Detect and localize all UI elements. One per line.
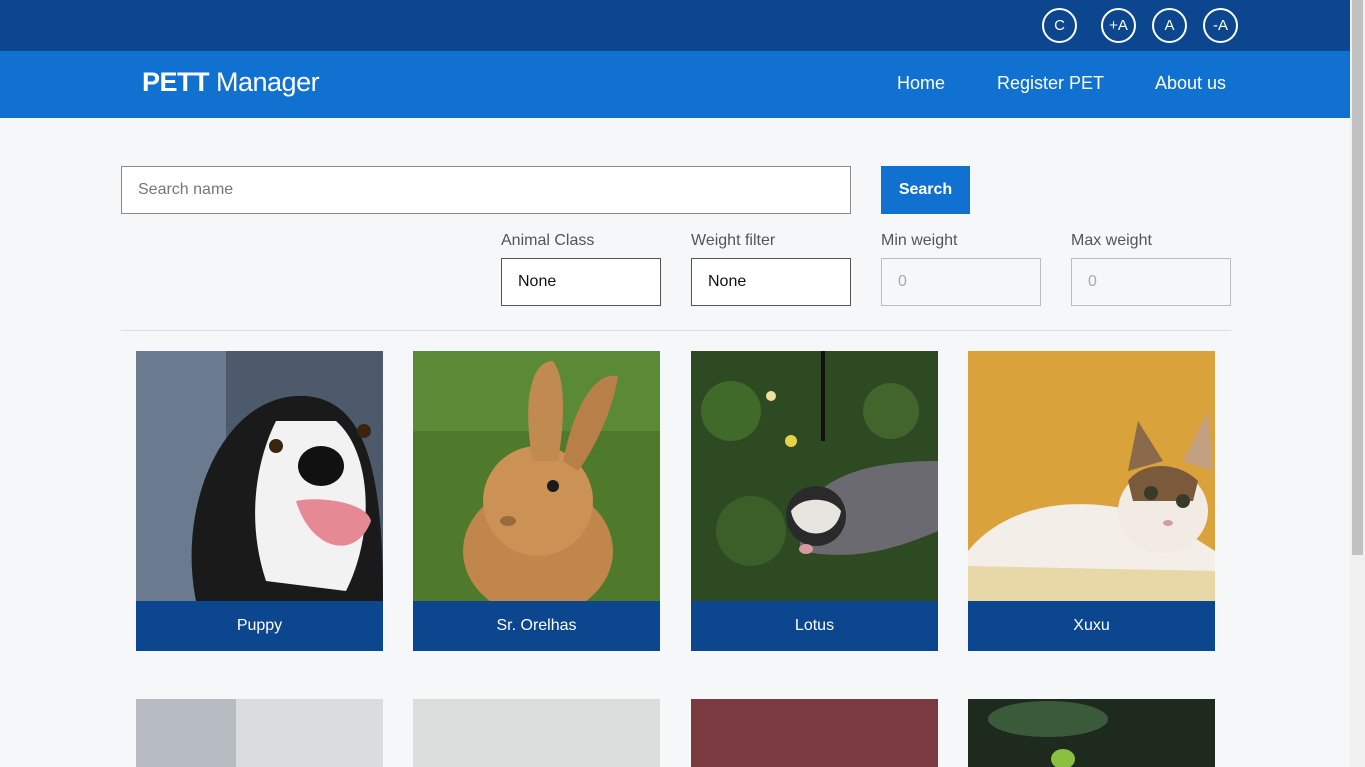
- pet-photo: [136, 699, 383, 767]
- max-weight-value: 0: [1088, 273, 1097, 290]
- rabbit-photo: [413, 351, 660, 601]
- pet-photo: [413, 699, 660, 767]
- search-button[interactable]: Search: [881, 166, 970, 214]
- pet-card-partial-3[interactable]: [691, 699, 938, 767]
- contrast-button[interactable]: C: [1042, 8, 1077, 43]
- min-weight-label: Min weight: [881, 232, 958, 249]
- divider: [121, 330, 1231, 331]
- pet-name-label: Puppy: [136, 601, 383, 651]
- pet-photo: [968, 699, 1215, 767]
- max-weight-input[interactable]: 0: [1071, 258, 1231, 306]
- animal-class-select[interactable]: None: [501, 258, 661, 306]
- min-weight-value: 0: [898, 273, 907, 290]
- pet-name-label: Xuxu: [968, 601, 1215, 651]
- nav-about-link[interactable]: About us: [1155, 73, 1226, 94]
- increase-font-button[interactable]: +A: [1101, 8, 1136, 43]
- brand-prefix: PETT: [142, 67, 210, 97]
- pet-card-puppy[interactable]: Puppy: [136, 351, 383, 651]
- default-font-button[interactable]: A: [1152, 8, 1187, 43]
- scrollbar-thumb[interactable]: [1352, 0, 1363, 555]
- animal-class-label: Animal Class: [501, 232, 595, 249]
- nav-register-link[interactable]: Register PET: [997, 73, 1104, 94]
- brand-logo[interactable]: PETT Manager: [142, 67, 320, 98]
- brand-suffix: Manager: [209, 67, 320, 97]
- pet-photo: [691, 699, 938, 767]
- pet-card-partial-1[interactable]: [136, 699, 383, 767]
- navbar: PETT Manager Home Register PET About us: [0, 51, 1350, 118]
- ferret-photo: [691, 351, 938, 601]
- dog-photo: [136, 351, 383, 601]
- decrease-font-button[interactable]: -A: [1203, 8, 1238, 43]
- max-weight-label: Max weight: [1071, 232, 1152, 249]
- nav-home-link[interactable]: Home: [897, 73, 945, 94]
- kitten-photo: [968, 351, 1215, 601]
- animal-class-value: None: [518, 273, 557, 290]
- pet-card-xuxu[interactable]: Xuxu: [968, 351, 1215, 651]
- pet-name-label: Sr. Orelhas: [413, 601, 660, 651]
- pet-card-lotus[interactable]: Lotus: [691, 351, 938, 651]
- min-weight-input[interactable]: 0: [881, 258, 1041, 306]
- pet-card-partial-2[interactable]: [413, 699, 660, 767]
- weight-filter-select[interactable]: None: [691, 258, 851, 306]
- weight-filter-label: Weight filter: [691, 232, 776, 249]
- weight-filter-value: None: [708, 273, 747, 290]
- pet-card-partial-4[interactable]: [968, 699, 1215, 767]
- pet-name-label: Lotus: [691, 601, 938, 651]
- pet-card-sr-orelhas[interactable]: Sr. Orelhas: [413, 351, 660, 651]
- accessibility-bar: C +A A -A: [0, 0, 1350, 51]
- search-input[interactable]: [121, 166, 851, 214]
